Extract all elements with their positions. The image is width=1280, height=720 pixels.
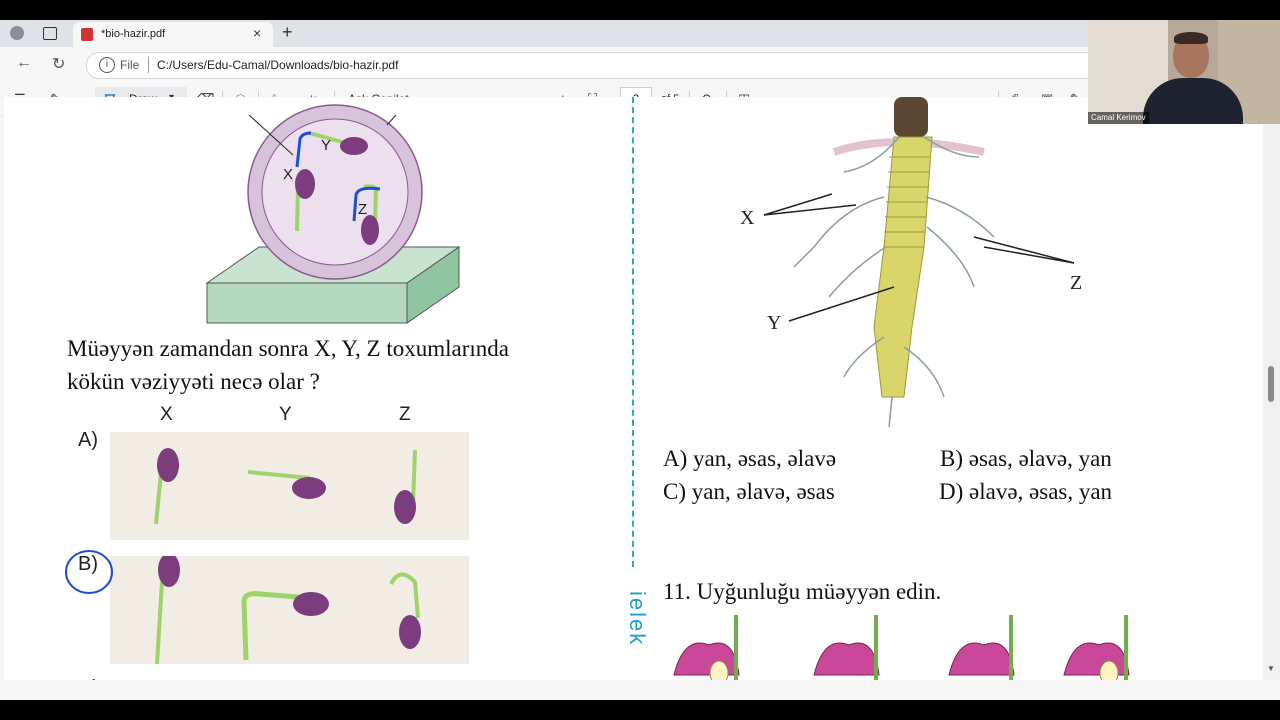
seed-label-z: Z: [358, 201, 368, 218]
answer-option-c[interactable]: C) yan, əlavə, əsas: [663, 479, 835, 505]
root-label-y: Y: [767, 312, 782, 334]
tab-actions-icon[interactable]: [43, 27, 57, 40]
url-scheme: File: [120, 58, 140, 72]
url-path[interactable]: C:/Users/Edu-Camal/Downloads/bio-hazir.p…: [157, 58, 398, 72]
column-header-y: Y: [279, 404, 292, 425]
column-header-z: Z: [399, 404, 411, 425]
close-tab-icon[interactable]: ×: [253, 25, 261, 41]
refresh-icon[interactable]: ↻: [52, 54, 65, 74]
option-b-panel[interactable]: [110, 553, 469, 665]
presenter-name: Camal Kerimov: [1088, 112, 1149, 124]
scroll-down-icon[interactable]: ▼: [1267, 664, 1275, 673]
column-header-x: X: [160, 404, 173, 425]
question-line-1: Müəyyən zamandan sonra X, Y, Z toxumları…: [67, 336, 509, 361]
answer-option-a[interactable]: A) yan, əsas, əlavə: [663, 446, 836, 472]
answer-option-b[interactable]: B) əsas, əlavə, yan: [940, 446, 1112, 472]
root-label-x: X: [740, 207, 755, 229]
new-tab-icon[interactable]: +: [282, 22, 293, 43]
tab-bio-hazir[interactable]: *bio-hazir.pdf ×: [73, 22, 273, 47]
root-label-z: Z: [1070, 272, 1083, 294]
annotation-circle: [65, 550, 113, 594]
presenter-hair: [1174, 32, 1208, 44]
answer-option-d[interactable]: D) əlavə, əsas, yan: [939, 479, 1112, 505]
url-divider: [148, 57, 149, 73]
seed-label-x: X: [283, 166, 294, 183]
option-letter-c[interactable]: C): [78, 677, 99, 680]
option-letter-a[interactable]: A): [78, 429, 98, 452]
vertical-scrollbar[interactable]: ▲ ▼: [1263, 97, 1280, 680]
info-icon[interactable]: i: [99, 57, 115, 73]
question-line-2: kökün vəziyyəti necə olar ?: [67, 369, 320, 394]
option-a-seeds: [154, 448, 417, 525]
back-icon[interactable]: ←: [16, 54, 32, 72]
webcam-overlay: Camal Kerimov: [1088, 20, 1280, 124]
scroll-thumb[interactable]: [1268, 366, 1274, 402]
option-a-panel[interactable]: [110, 432, 469, 540]
root-diagram: [763, 97, 1075, 428]
address-bar[interactable]: i File C:/Users/Edu-Camal/Downloads/bio-…: [86, 52, 1128, 79]
option-b-seeds: [155, 553, 421, 665]
column-divider: [632, 97, 634, 567]
side-text: ielek: [625, 591, 650, 647]
seed-label-y: Y: [321, 137, 332, 154]
pdf-page: Y X Z Müəyyən zamandan sonra X, Y, Z tox…: [4, 97, 1263, 680]
pdf-icon: [81, 28, 93, 41]
flower-illustrations: [673, 615, 1130, 680]
tab-title: *bio-hazir.pdf: [101, 28, 166, 40]
profile-icon[interactable]: [10, 26, 24, 40]
question-11-title: 11. Uyğunluğu müəyyən edin.: [663, 579, 942, 604]
